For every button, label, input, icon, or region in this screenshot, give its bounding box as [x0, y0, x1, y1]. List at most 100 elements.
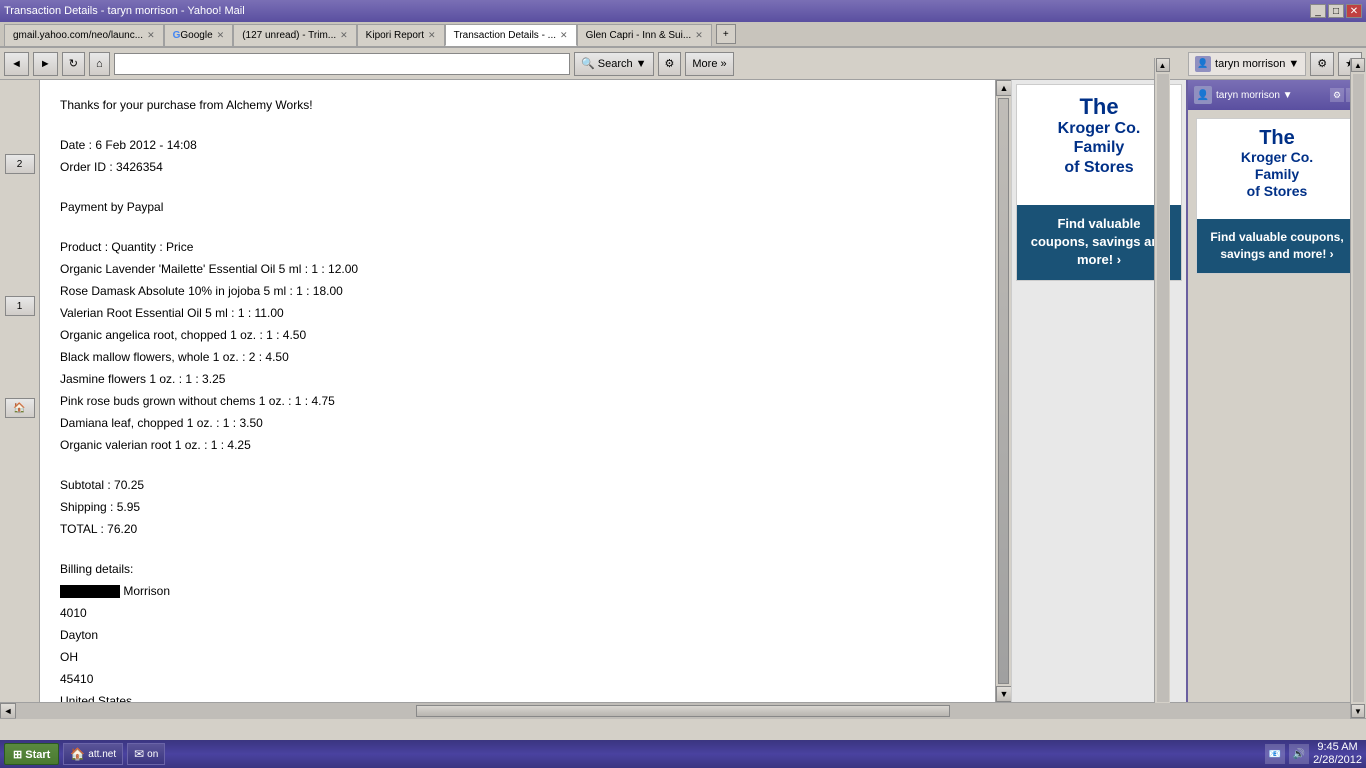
h-scroll-left-button[interactable]: ◄ — [0, 703, 16, 719]
order-label: Order ID : — [60, 160, 113, 174]
start-icon: ⊞ — [13, 749, 22, 761]
browser-window: Transaction Details - taryn morrison - Y… — [0, 0, 1366, 768]
kroger-right-cta-text: Find valuable coupons, savings and more!… — [1210, 230, 1343, 261]
product-line-item: Valerian Root Essential Oil 5 ml : 1 : 1… — [60, 304, 975, 322]
search-button[interactable]: 🔍 Search ▼ — [574, 52, 653, 76]
options-icon: ⚙ — [665, 57, 675, 70]
kroger-right-cta[interactable]: Find valuable coupons, savings and more!… — [1197, 219, 1357, 273]
kroger-cta-text: Find valuable coupons, savings and more!… — [1031, 216, 1168, 267]
side-icon-1[interactable]: 🏠 — [5, 398, 35, 418]
user-avatar-icon: 👤 — [1195, 56, 1211, 72]
user-name-label: taryn morrison ▼ — [1215, 58, 1299, 70]
clock-date: 2/28/2012 — [1313, 754, 1362, 767]
date-label: Date : — [60, 138, 92, 152]
home-button[interactable]: ⌂ — [89, 52, 110, 76]
kroger-right-the-label: The — [1259, 127, 1295, 149]
tab-mail-close[interactable]: ✕ — [340, 30, 348, 41]
kroger-ad-right[interactable]: The Kroger Co.Familyof Stores Find valua… — [1196, 118, 1358, 274]
taskbar-att-icon: 🏠 — [70, 747, 85, 761]
product-line-item: Organic angelica root, chopped 1 oz. : 1… — [60, 326, 975, 344]
tab-report-label: Kipori Report — [366, 30, 424, 41]
taskbar-tray-icon-1: 📧 — [1265, 744, 1285, 764]
subtotal-line: Subtotal : 70.25 — [60, 476, 975, 494]
taskbar-att-label: att.net — [88, 749, 116, 760]
new-tab-button[interactable]: + — [716, 24, 736, 44]
refresh-button[interactable]: ↻ — [62, 52, 85, 76]
billing-state-line: OH — [60, 648, 975, 666]
billing-last-name: Morrison — [123, 584, 170, 598]
close-button[interactable]: ✕ — [1346, 4, 1362, 18]
tab-google[interactable]: G Google ✕ — [164, 24, 234, 46]
right-sidebar-avatar: 👤 — [1194, 86, 1212, 104]
product-line-item: Rose Damask Absolute 10% in jojoba 5 ml … — [60, 282, 975, 300]
email-pane: Thanks for your purchase from Alchemy Wo… — [40, 80, 995, 702]
start-button[interactable]: ⊞ Start — [4, 743, 59, 765]
ad-scroll-thumb[interactable] — [1157, 80, 1169, 702]
forward-button[interactable]: ► — [33, 52, 58, 76]
tab-glen-close[interactable]: ✕ — [695, 30, 703, 41]
tab-glen[interactable]: Glen Capri - Inn & Sui... ✕ — [577, 24, 712, 46]
order-line: Order ID : 3426354 — [60, 158, 975, 176]
taskbar-email-label: on — [147, 749, 158, 760]
scroll-thumb[interactable] — [998, 98, 1009, 684]
taskbar-item-email[interactable]: ✉ on — [127, 743, 165, 765]
browser-title: Transaction Details - taryn morrison - Y… — [4, 5, 245, 17]
h-scroll-thumb[interactable] — [416, 705, 950, 717]
right-scrollbar[interactable]: ▲ ▼ — [1350, 80, 1366, 702]
collapse-btn-2[interactable]: 1 — [5, 296, 35, 316]
email-scrollbar[interactable]: ▲ ▼ — [995, 80, 1011, 702]
maximize-button[interactable]: □ — [1328, 4, 1344, 18]
right-sidebar-user: 👤 taryn morrison ▼ — [1194, 86, 1293, 104]
right-scroll-thumb[interactable] — [1353, 80, 1364, 702]
horizontal-scrollbar: ◄ ► — [0, 702, 1366, 718]
collapse-btn-1[interactable]: 2 — [5, 154, 35, 174]
tab-glen-label: Glen Capri - Inn & Sui... — [586, 30, 692, 41]
scroll-up-button[interactable]: ▲ — [996, 80, 1012, 96]
title-bar-controls: _ □ ✕ — [1310, 4, 1362, 18]
product-line-item: Black mallow flowers, whole 1 oz. : 2 : … — [60, 348, 975, 366]
total-label: TOTAL — [60, 522, 97, 536]
minimize-button[interactable]: _ — [1310, 4, 1326, 18]
ad-panel: The Kroger Co.Familyof Stores Find valua… — [1011, 80, 1186, 702]
shipping-line: Shipping : 5.95 — [60, 498, 975, 516]
back-button[interactable]: ◄ — [4, 52, 29, 76]
shipping-value: 5.95 — [117, 500, 140, 514]
tab-report[interactable]: Kipori Report ✕ — [357, 24, 445, 46]
address-bar[interactable] — [114, 53, 570, 75]
subtotal-label: Subtotal : — [60, 478, 111, 492]
taskbar-tray-icon-2: 🔊 — [1289, 744, 1309, 764]
tab-mail[interactable]: (127 unread) - Trim... ✕ — [233, 24, 356, 46]
more-label: More » — [692, 58, 726, 70]
h-scroll-track — [16, 703, 1350, 719]
tab-0-close[interactable]: ✕ — [147, 30, 155, 41]
tab-transaction[interactable]: Transaction Details - ... ✕ — [445, 24, 577, 46]
billing-city-line: Dayton — [60, 626, 975, 644]
tab-transaction-close[interactable]: ✕ — [560, 30, 568, 41]
right-panel-ad-container: The Kroger Co.Familyof Stores Find valua… — [1188, 110, 1366, 282]
options-button[interactable]: ⚙ — [658, 52, 682, 76]
more-button[interactable]: More » — [685, 52, 733, 76]
billing-name-line: Morrison — [60, 582, 975, 600]
taskbar-tray: 📧 🔊 9:45 AM 2/28/2012 — [1265, 741, 1362, 767]
toolbar-gear-button[interactable]: ⚙ — [1310, 52, 1334, 76]
ad-scrollbar[interactable]: ▲ ▼ — [1154, 80, 1170, 702]
user-info-bar: 👤 taryn morrison ▼ — [1188, 52, 1306, 76]
product-header-line: Product : Quantity : Price — [60, 238, 975, 256]
shipping-label: Shipping : — [60, 500, 113, 514]
search-dropdown-icon: ▼ — [636, 58, 647, 70]
product-line-item: Pink rose buds grown without chems 1 oz.… — [60, 392, 975, 410]
tab-google-text: Google — [180, 30, 212, 41]
scroll-down-button[interactable]: ▼ — [996, 686, 1012, 702]
tab-0[interactable]: gmail.yahoo.com/neo/launc... ✕ — [4, 24, 164, 46]
tab-report-close[interactable]: ✕ — [428, 30, 436, 41]
product-line-item: Organic Lavender 'Mailette' Essential Oi… — [60, 260, 975, 278]
right-sidebar-gear-icon[interactable]: ⚙ — [1330, 88, 1344, 102]
status-bar — [0, 718, 1366, 740]
kroger-subtitle: Kroger Co.Familyof Stores — [1058, 119, 1141, 177]
clock-time: 9:45 AM — [1317, 741, 1357, 754]
tab-google-close[interactable]: ✕ — [217, 30, 225, 41]
taskbar-item-att[interactable]: 🏠 att.net — [63, 743, 123, 765]
search-icon: 🔍 — [581, 57, 595, 70]
main-content-area: 2 1 🏠 Thanks for your purchase from Alch… — [0, 80, 1366, 702]
tab-mail-label: (127 unread) - Trim... — [242, 30, 336, 41]
